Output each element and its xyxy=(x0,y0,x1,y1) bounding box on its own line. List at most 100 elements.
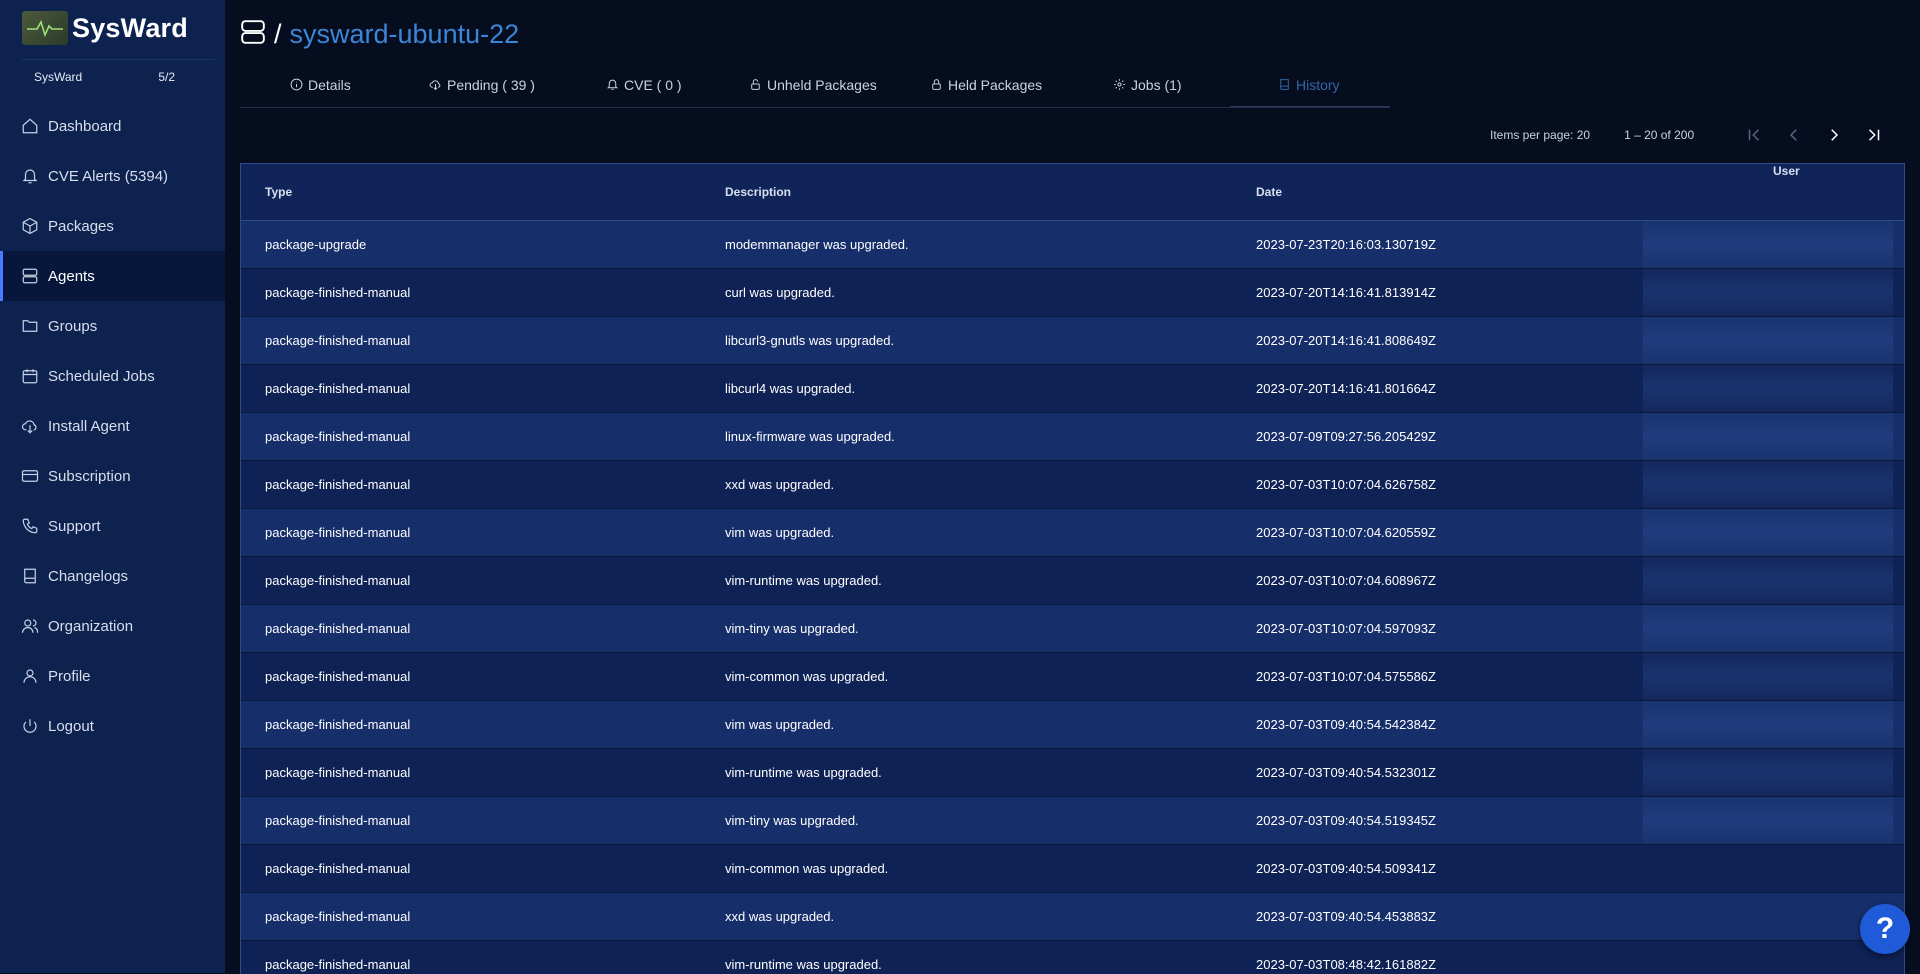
home-icon xyxy=(20,116,40,136)
cell-user xyxy=(1643,941,1893,974)
sidebar-item-organization[interactable]: Organization xyxy=(0,601,225,651)
cell-description: vim was upgraded. xyxy=(725,525,835,540)
sidebar-item-label: Packages xyxy=(48,217,114,235)
paginator: Items per page: 20 1 – 20 of 200 xyxy=(1490,120,1894,150)
cell-user xyxy=(1643,893,1893,940)
power-icon xyxy=(20,716,40,736)
table-header: Type Description Date User xyxy=(241,164,1904,221)
cell-description: xxd was upgraded. xyxy=(725,909,835,924)
sidebar-item-label: Subscription xyxy=(48,467,131,485)
cell-description: modemmanager was upgraded. xyxy=(725,237,909,252)
sidebar-item-cve-alerts[interactable]: CVE Alerts (5394) xyxy=(0,151,225,201)
sidebar-item-label: Support xyxy=(48,517,101,535)
column-header-date[interactable]: Date xyxy=(1256,185,1282,199)
first-page-icon xyxy=(1748,129,1760,141)
cell-description: linux-firmware was upgraded. xyxy=(725,429,895,444)
sidebar-item-changelogs[interactable]: Changelogs xyxy=(0,551,225,601)
cell-date: 2023-07-03T09:40:54.542384Z xyxy=(1256,717,1436,732)
page-title[interactable]: sysward-ubuntu-22 xyxy=(290,19,520,50)
tab-label: CVE ( 0 ) xyxy=(624,76,682,93)
tab-pending[interactable]: Pending ( 39 ) xyxy=(429,62,535,107)
info-icon xyxy=(290,78,303,91)
column-header-description[interactable]: Description xyxy=(725,185,791,199)
table-row: package-finished-manual vim-runtime was u… xyxy=(241,557,1904,605)
tab-label: Held Packages xyxy=(948,76,1043,93)
tab-cve[interactable]: CVE ( 0 ) xyxy=(606,62,682,107)
sidebar-item-label: CVE Alerts (5394) xyxy=(48,167,169,185)
sidebar-item-agents[interactable]: Agents xyxy=(0,251,225,301)
cell-description: libcurl3-gnutls was upgraded. xyxy=(725,333,895,348)
sidebar-item-subscription[interactable]: Subscription xyxy=(0,451,225,501)
cell-type: package-finished-manual xyxy=(265,621,411,636)
tab-details[interactable]: Details xyxy=(290,62,351,107)
sidebar: SysWard SysWard 5/2 Dashboard CVE Alerts… xyxy=(0,0,225,973)
sidebar-item-scheduled-jobs[interactable]: Scheduled Jobs xyxy=(0,351,225,401)
last-page-icon xyxy=(1869,129,1880,141)
server-icon xyxy=(240,19,266,50)
first-page-button[interactable] xyxy=(1734,120,1774,150)
sidebar-item-label: Logout xyxy=(48,717,94,735)
cell-user xyxy=(1643,413,1893,460)
cell-type: package-finished-manual xyxy=(265,909,411,924)
brand[interactable]: SysWard xyxy=(0,0,225,56)
sidebar-item-label: Changelogs xyxy=(48,567,129,585)
cell-type: package-finished-manual xyxy=(265,717,411,732)
tab-held-packages[interactable]: Held Packages xyxy=(930,62,1042,107)
tab-unheld-packages[interactable]: Unheld Packages xyxy=(749,62,877,107)
sidebar-item-logout[interactable]: Logout xyxy=(0,701,225,751)
tab-label: History xyxy=(1296,76,1340,93)
cloud-download-icon xyxy=(429,80,441,91)
table-row: package-finished-manual libcurl4 was upgr… xyxy=(241,365,1904,413)
page-header: / sysward-ubuntu-22 xyxy=(240,14,519,54)
cell-description: vim-runtime was upgraded. xyxy=(725,957,882,972)
phone-icon xyxy=(20,516,40,536)
sidebar-item-install-agent[interactable]: Install Agent xyxy=(0,401,225,451)
cell-date: 2023-07-03T09:40:54.453883Z xyxy=(1256,909,1436,924)
cell-date: 2023-07-03T09:40:54.509341Z xyxy=(1256,861,1436,876)
cell-user xyxy=(1643,701,1893,748)
sidebar-item-packages[interactable]: Packages xyxy=(0,201,225,251)
tab-jobs[interactable]: Jobs (1) xyxy=(1113,62,1182,107)
cell-type: package-finished-manual xyxy=(265,429,411,444)
sidebar-item-support[interactable]: Support xyxy=(0,501,225,551)
cell-date: 2023-07-03T10:07:04.575586Z xyxy=(1256,669,1436,684)
tab-label: Unheld Packages xyxy=(767,76,877,93)
gear-icon xyxy=(1114,79,1125,90)
cell-user xyxy=(1643,365,1893,412)
sidebar-item-label: Dashboard xyxy=(48,117,122,135)
table-row: package-finished-manual vim was upgraded.… xyxy=(241,701,1904,749)
tab-history[interactable]: History xyxy=(1278,62,1340,107)
sidebar-item-groups[interactable]: Groups xyxy=(0,301,225,351)
active-tab-indicator xyxy=(1230,106,1390,107)
next-page-button[interactable] xyxy=(1814,120,1854,150)
help-button[interactable]: ? xyxy=(1860,904,1910,954)
cell-description: vim-tiny was upgraded. xyxy=(725,813,859,828)
cell-type: package-finished-manual xyxy=(265,669,411,684)
cell-type: package-finished-manual xyxy=(265,285,411,300)
column-header-type[interactable]: Type xyxy=(265,185,292,199)
items-per-page-label[interactable]: Items per page: 20 xyxy=(1490,128,1590,142)
previous-page-button[interactable] xyxy=(1774,120,1814,150)
cell-date: 2023-07-03T09:40:54.519345Z xyxy=(1256,813,1436,828)
cell-user xyxy=(1643,509,1893,556)
table-row: package-upgrade modemmanager was upgraded… xyxy=(241,221,1904,269)
table-row: package-finished-manual vim-common was up… xyxy=(241,845,1904,893)
cell-description: curl was upgraded. xyxy=(725,285,835,300)
column-header-user[interactable]: User xyxy=(1773,164,1800,220)
sidebar-item-label: Organization xyxy=(48,617,134,635)
history-table: Type Description Date User package-upgra… xyxy=(240,163,1905,974)
cell-date: 2023-07-23T20:16:03.130719Z xyxy=(1256,237,1436,252)
sidebar-item-dashboard[interactable]: Dashboard xyxy=(0,101,225,151)
credit-card-icon xyxy=(20,466,40,486)
cell-user xyxy=(1643,749,1893,796)
last-page-button[interactable] xyxy=(1854,120,1894,150)
sidebar-item-profile[interactable]: Profile xyxy=(0,651,225,701)
divider xyxy=(22,59,215,60)
table-row: package-finished-manual xxd was upgraded.… xyxy=(241,461,1904,509)
cell-date: 2023-07-20T14:16:41.808649Z xyxy=(1256,333,1436,348)
cell-description: libcurl4 was upgraded. xyxy=(725,381,856,396)
cell-user xyxy=(1643,653,1893,700)
cell-type: package-finished-manual xyxy=(265,381,411,396)
cloud-download-icon xyxy=(20,416,40,436)
tab-label: Details xyxy=(308,76,351,93)
